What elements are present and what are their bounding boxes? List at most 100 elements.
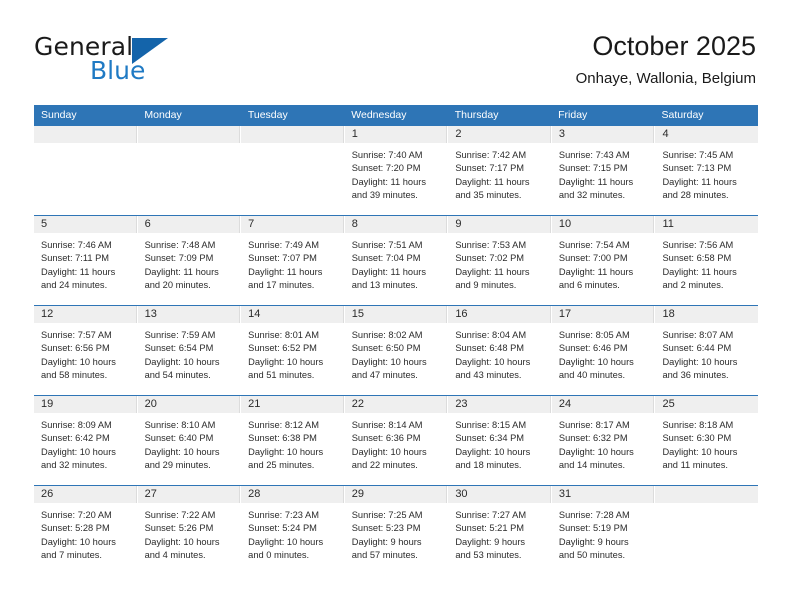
day-number-band: 26 xyxy=(34,486,137,503)
day-details: Sunrise: 7:56 AM Sunset: 6:58 PM Daylight:… xyxy=(655,233,758,293)
day-detail-line: Sunrise: 8:10 AM xyxy=(144,420,216,430)
calendar-day-cell[interactable]: 4 Sunrise: 7:45 AM Sunset: 7:13 PM Daylight… xyxy=(655,126,759,215)
day-detail-line: Daylight: 10 hours xyxy=(558,446,634,457)
calendar-day-cell[interactable]: 31 Sunrise: 7:28 AM Sunset: 5:19 PM Dayligh… xyxy=(551,486,656,575)
calendar-day-cell-empty xyxy=(137,126,242,215)
day-number: 2 xyxy=(455,128,462,140)
day-details: Sunrise: 8:09 AM Sunset: 6:42 PM Daylight:… xyxy=(34,413,137,473)
day-detail-line: and 14 minutes. xyxy=(558,460,626,471)
day-detail-line: Daylight: 10 hours xyxy=(248,356,324,367)
calendar-day-cell[interactable]: 9 Sunrise: 7:53 AM Sunset: 7:02 PM Daylight… xyxy=(448,216,552,305)
day-detail-line: Daylight: 10 hours xyxy=(144,536,220,547)
calendar-day-cell[interactable]: 21 Sunrise: 8:12 AM Sunset: 6:38 PM Dayligh… xyxy=(241,396,345,485)
calendar-day-cell[interactable]: 24 Sunrise: 8:17 AM Sunset: 6:32 PM Dayligh… xyxy=(551,396,656,485)
calendar-day-cell[interactable]: 23 Sunrise: 8:15 AM Sunset: 6:34 PM Dayligh… xyxy=(448,396,552,485)
day-number-band: 18 xyxy=(655,306,759,323)
day-number: 3 xyxy=(558,128,566,140)
calendar-day-cell[interactable]: 30 Sunrise: 7:27 AM Sunset: 5:21 PM Dayligh… xyxy=(448,486,552,575)
calendar-day-cell[interactable]: 19 Sunrise: 8:09 AM Sunset: 6:42 PM Dayligh… xyxy=(34,396,138,485)
calendar-day-cell[interactable]: 25 Sunrise: 8:18 AM Sunset: 6:30 PM Dayligh… xyxy=(655,396,759,485)
day-number: 23 xyxy=(455,398,468,410)
calendar-day-cell[interactable]: 26 Sunrise: 7:20 AM Sunset: 5:28 PM Dayligh… xyxy=(34,486,138,575)
day-details: Sunrise: 7:43 AM Sunset: 7:15 PM Daylight:… xyxy=(552,143,655,203)
day-number-band: 16 xyxy=(448,306,551,323)
calendar-day-cell[interactable]: 22 Sunrise: 8:14 AM Sunset: 6:36 PM Dayligh… xyxy=(344,396,449,485)
calendar-day-cell[interactable]: 2 Sunrise: 7:42 AM Sunset: 7:17 PM Daylight… xyxy=(448,126,552,215)
day-detail-line: Sunrise: 8:12 AM xyxy=(248,420,319,430)
calendar-day-cell[interactable]: 17 Sunrise: 8:05 AM Sunset: 6:46 PM Dayligh… xyxy=(551,306,656,395)
calendar-day-cell[interactable]: 5 Sunrise: 7:46 AM Sunset: 7:11 PM Daylight… xyxy=(34,216,138,305)
day-number: 20 xyxy=(144,398,157,410)
day-detail-line: Sunset: 6:32 PM xyxy=(558,433,628,444)
day-number: 5 xyxy=(41,218,48,230)
calendar-day-cell[interactable]: 14 Sunrise: 8:01 AM Sunset: 6:52 PM Dayligh… xyxy=(241,306,345,395)
day-details: Sunrise: 7:59 AM Sunset: 6:54 PM Daylight:… xyxy=(138,323,241,383)
calendar-day-cell[interactable]: 15 Sunrise: 8:02 AM Sunset: 6:50 PM Dayligh… xyxy=(344,306,449,395)
day-detail-line: Sunrise: 7:54 AM xyxy=(558,240,630,250)
weekday-header-saturday: Saturday xyxy=(661,109,704,121)
calendar-day-cell[interactable]: 27 Sunrise: 7:22 AM Sunset: 5:26 PM Dayligh… xyxy=(137,486,242,575)
day-detail-line: Sunset: 6:30 PM xyxy=(662,433,732,444)
day-detail-line: Sunset: 7:00 PM xyxy=(558,253,628,264)
day-details: Sunrise: 7:49 AM Sunset: 7:07 PM Daylight:… xyxy=(241,233,344,293)
day-detail-line: Sunrise: 7:56 AM xyxy=(662,240,734,250)
day-detail-line: Daylight: 10 hours xyxy=(41,536,116,547)
day-detail-line: Sunrise: 7:46 AM xyxy=(41,240,112,250)
calendar-day-cell[interactable]: 28 Sunrise: 7:23 AM Sunset: 5:24 PM Dayligh… xyxy=(241,486,345,575)
calendar-day-cell[interactable]: 8 Sunrise: 7:51 AM Sunset: 7:04 PM Daylight… xyxy=(344,216,449,305)
logo-text-blue: Blue xyxy=(90,56,146,85)
day-detail-line: and 6 minutes. xyxy=(558,280,620,291)
day-detail-line: Daylight: 10 hours xyxy=(144,446,220,457)
weekday-header-tuesday: Tuesday xyxy=(247,109,288,121)
day-detail-line: and 13 minutes. xyxy=(351,280,418,291)
calendar-day-cell[interactable]: 12 Sunrise: 7:57 AM Sunset: 6:56 PM Dayligh… xyxy=(34,306,138,395)
day-detail-line: and 2 minutes. xyxy=(662,280,724,291)
page-header: General Blue October 2025 Onhaye, Wallon… xyxy=(0,0,792,100)
day-detail-line: Sunset: 7:04 PM xyxy=(351,253,421,264)
day-number-band xyxy=(137,126,241,143)
day-number: 1 xyxy=(351,128,358,140)
calendar-day-cell[interactable]: 3 Sunrise: 7:43 AM Sunset: 7:15 PM Daylight… xyxy=(551,126,656,215)
day-number-band: 3 xyxy=(551,126,655,143)
day-number-band: 4 xyxy=(655,126,759,143)
weekday-header-wednesday: Wednesday xyxy=(351,109,407,121)
calendar-day-cell[interactable]: 11 Sunrise: 7:56 AM Sunset: 6:58 PM Dayligh… xyxy=(655,216,759,305)
day-detail-line: Sunrise: 7:59 AM xyxy=(144,330,216,340)
day-detail-line: and 24 minutes. xyxy=(41,280,108,291)
calendar-day-cell[interactable]: 18 Sunrise: 8:07 AM Sunset: 6:44 PM Dayligh… xyxy=(655,306,759,395)
calendar-day-cell[interactable]: 29 Sunrise: 7:25 AM Sunset: 5:23 PM Dayligh… xyxy=(344,486,449,575)
calendar-day-cell[interactable]: 20 Sunrise: 8:10 AM Sunset: 6:40 PM Dayligh… xyxy=(137,396,242,485)
day-details: Sunrise: 7:51 AM Sunset: 7:04 PM Daylight:… xyxy=(345,233,448,293)
day-details: Sunrise: 7:20 AM Sunset: 5:28 PM Daylight:… xyxy=(34,503,137,563)
day-number-band: 11 xyxy=(655,216,759,233)
day-detail-line: and 39 minutes. xyxy=(351,190,418,201)
day-detail-line: Sunrise: 7:45 AM xyxy=(662,150,734,160)
day-number-band: 7 xyxy=(241,216,344,233)
calendar-day-cell[interactable]: 16 Sunrise: 8:04 AM Sunset: 6:48 PM Dayligh… xyxy=(448,306,552,395)
calendar-day-cell[interactable]: 1 Sunrise: 7:40 AM Sunset: 7:20 PM Daylight… xyxy=(344,126,449,215)
calendar-day-cell-empty xyxy=(241,126,345,215)
day-detail-line: and 53 minutes. xyxy=(455,550,522,561)
day-number: 15 xyxy=(351,308,364,320)
day-number: 29 xyxy=(351,488,364,500)
day-detail-line: and 11 minutes. xyxy=(662,460,728,471)
calendar-day-cell[interactable]: 6 Sunrise: 7:48 AM Sunset: 7:09 PM Daylight… xyxy=(137,216,242,305)
day-number: 31 xyxy=(558,488,572,500)
calendar-day-cell[interactable]: 10 Sunrise: 7:54 AM Sunset: 7:00 PM Dayligh… xyxy=(551,216,656,305)
calendar-day-cell[interactable]: 13 Sunrise: 7:59 AM Sunset: 6:54 PM Dayligh… xyxy=(137,306,242,395)
day-number-band: 6 xyxy=(137,216,241,233)
day-number-band: 21 xyxy=(241,396,344,413)
general-blue-logo[interactable]: General Blue xyxy=(34,34,244,88)
calendar-week-row: 19 Sunrise: 8:09 AM Sunset: 6:42 PM Dayligh… xyxy=(34,395,759,485)
day-detail-line: Daylight: 9 hours xyxy=(455,536,526,547)
calendar-day-cell[interactable]: 7 Sunrise: 7:49 AM Sunset: 7:07 PM Daylight… xyxy=(241,216,345,305)
day-details: Sunrise: 7:25 AM Sunset: 5:23 PM Daylight:… xyxy=(345,503,448,563)
day-detail-line: Sunrise: 8:02 AM xyxy=(351,330,423,340)
day-detail-line: and 50 minutes. xyxy=(558,550,626,561)
day-number: 24 xyxy=(558,398,572,410)
day-detail-line: Daylight: 10 hours xyxy=(351,446,427,457)
day-detail-line: Sunrise: 8:14 AM xyxy=(351,420,423,430)
day-number: 26 xyxy=(41,488,54,500)
day-detail-line: Sunrise: 7:49 AM xyxy=(248,240,319,250)
day-number-band: 24 xyxy=(551,396,655,413)
